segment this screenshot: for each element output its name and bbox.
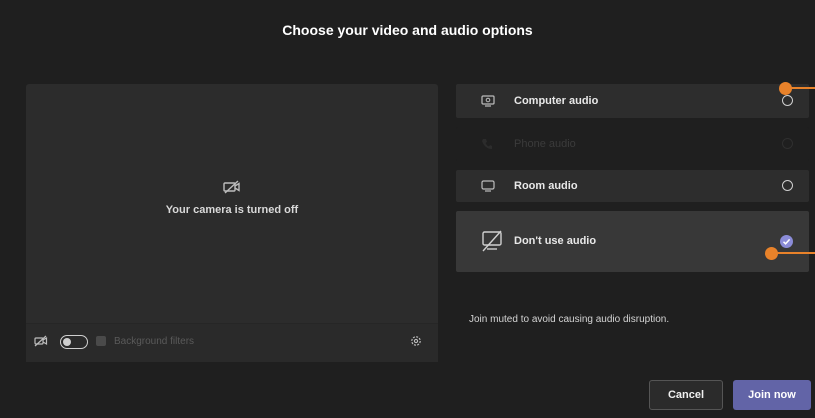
callout-line (790, 87, 815, 89)
join-options-dialog: Choose your video and audio options Your… (0, 0, 815, 418)
camera-status-text: Your camera is turned off (165, 204, 299, 216)
option-label: Room audio (514, 180, 578, 192)
computer-audio-icon (481, 95, 495, 107)
camera-off-icon (223, 180, 240, 194)
audio-description: Join muted to avoid causing audio disrup… (469, 314, 670, 325)
camera-toggle-icon (34, 335, 48, 347)
radio-phone-audio (782, 138, 793, 149)
radio-computer-audio[interactable] (782, 95, 793, 106)
option-phone-audio: Phone audio (456, 127, 809, 161)
phone-icon (482, 139, 492, 149)
background-filters-button[interactable]: Background filters (114, 336, 194, 347)
preview-controls: Background filters (26, 323, 438, 362)
option-computer-audio[interactable]: Computer audio (456, 84, 809, 118)
radio-dont-use-audio[interactable] (780, 235, 793, 248)
callout-line (776, 252, 815, 254)
option-room-audio[interactable]: Room audio (456, 170, 809, 202)
background-filter-icon (96, 336, 106, 346)
option-label: Don't use audio (514, 235, 597, 247)
option-label: Computer audio (514, 95, 599, 107)
cancel-button[interactable]: Cancel (649, 380, 723, 410)
gear-icon[interactable] (410, 335, 422, 347)
room-audio-icon (481, 180, 495, 192)
no-audio-icon (482, 230, 502, 252)
checkmark-icon (782, 238, 791, 245)
option-dont-use-audio[interactable]: Don't use audio (456, 211, 809, 272)
dialog-title: Choose your video and audio options (282, 22, 533, 38)
option-label: Phone audio (514, 138, 576, 150)
camera-toggle[interactable] (60, 335, 88, 349)
camera-off-message: Your camera is turned off (26, 180, 438, 218)
radio-room-audio[interactable] (782, 180, 793, 191)
video-preview: Your camera is turned off Background fil… (26, 84, 438, 362)
join-now-button[interactable]: Join now (733, 380, 811, 410)
